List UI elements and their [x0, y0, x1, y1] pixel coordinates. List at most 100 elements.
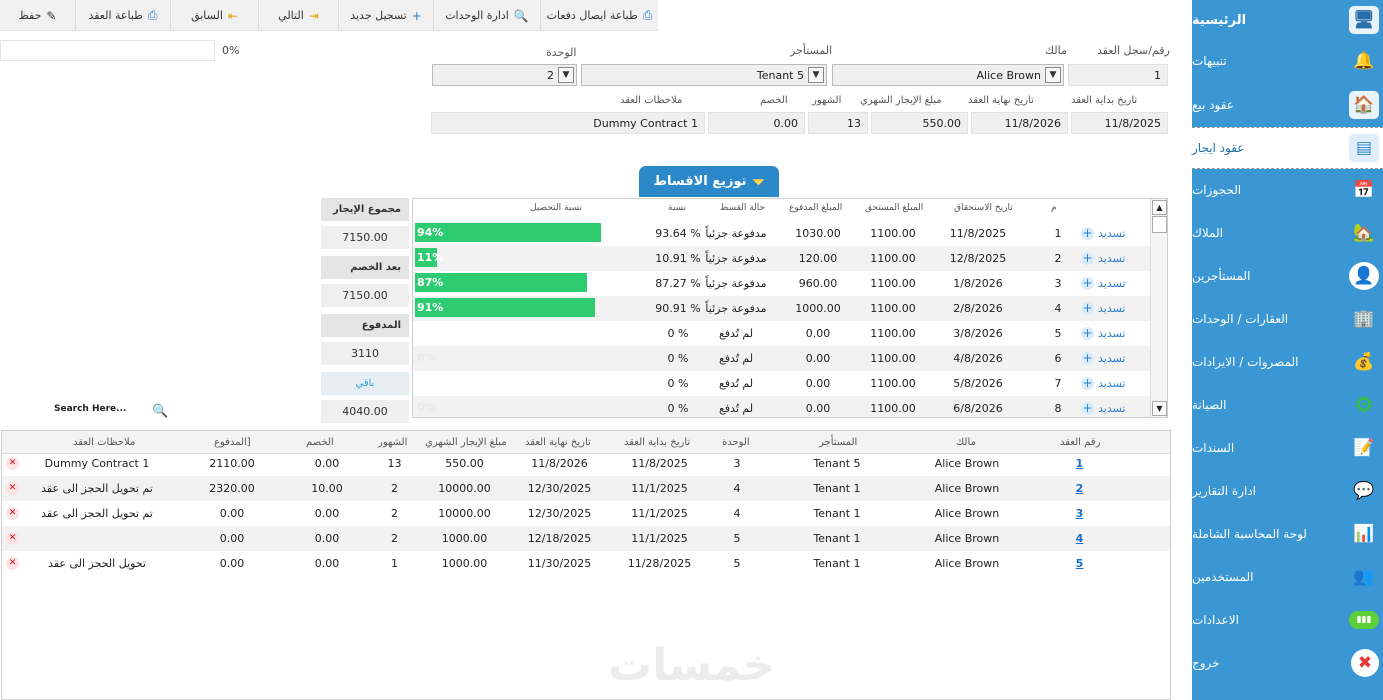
paid-label: المدفوع: [321, 314, 409, 337]
installment-ratio: 10.91 %: [655, 252, 701, 265]
installment-row: 5 3/8/2026 1100.00 0.00 لم تُدفع 0 % + تسديد: [413, 321, 1151, 346]
installment-idx: 1: [1054, 227, 1062, 240]
installment-status: لم تُدفع: [718, 377, 754, 390]
scroll-down-icon[interactable]: ▼: [1152, 401, 1167, 416]
pay-installment-button[interactable]: + تسديد: [1081, 321, 1125, 346]
scroll-up-icon[interactable]: ▲: [1152, 200, 1167, 215]
contract-months: 2: [391, 482, 398, 495]
pay-installment-button[interactable]: + تسديد: [1081, 271, 1125, 296]
delete-icon[interactable]: ✕: [6, 532, 19, 545]
installment-due-date: 1/8/2026: [953, 277, 1003, 290]
contract-contract-no[interactable]: 2: [1042, 476, 1117, 501]
scroll-thumb[interactable]: [1152, 216, 1167, 233]
contract-contract-no[interactable]: 1: [1042, 451, 1117, 476]
col-header-owner: مالك: [956, 437, 976, 448]
installment-paid: 0.00: [805, 327, 831, 340]
tenant-select[interactable]: Tenant 5 ▼: [581, 64, 827, 86]
sidebar-item-reports[interactable]: ادارة التقارير 💬: [1192, 471, 1383, 511]
sidebar-item-vouchers[interactable]: السندات 📝: [1192, 428, 1383, 468]
months-field[interactable]: 13: [808, 112, 868, 134]
contract-discount: 10.00: [311, 482, 343, 495]
sidebar-item-alerts[interactable]: تنبيهات 🔔: [1192, 41, 1383, 81]
exit-icon: ✖: [1351, 649, 1379, 677]
installment-paid: 0.00: [805, 352, 831, 365]
rent-field[interactable]: 550.00: [871, 112, 968, 134]
collection-progress-bar: [415, 373, 417, 392]
col-header-collection: نسبة التحصيل: [530, 203, 583, 213]
pay-installment-button[interactable]: + تسديد: [1081, 371, 1125, 396]
delete-icon[interactable]: ✕: [6, 507, 19, 520]
contracts-table: رقم العقد مالك المستأجر الوحدة تاريخ بدا…: [1, 430, 1171, 700]
sidebar-item-label: الحجوزات: [1192, 183, 1242, 197]
pay-installment-button[interactable]: + تسديد: [1081, 221, 1125, 246]
sidebar-item-expenses[interactable]: المصروات / الايرادات 💰: [1192, 342, 1383, 382]
print-receipts-button[interactable]: طباعة ايصال دفعات ⎙: [540, 0, 658, 31]
table-row[interactable]: ✕ 5 Alice Brown Tenant 1 5 11/28/2025 11/30/20…: [2, 551, 1170, 576]
pay-installment-button[interactable]: + تسديد: [1081, 346, 1125, 371]
installment-due-date: 11/8/2025: [949, 227, 1007, 240]
tenant-icon: 👤: [1349, 262, 1379, 290]
previous-button[interactable]: السابق ⇤: [170, 0, 258, 31]
contract-contract-no[interactable]: 3: [1042, 501, 1117, 526]
contract-owner: Alice Brown: [934, 557, 1000, 570]
save-button[interactable]: حفظ ✎: [0, 0, 75, 31]
sidebar-item-properties[interactable]: العقارات / الوحدات 🏢: [1192, 299, 1383, 339]
installment-ratio: 0 %: [667, 402, 689, 415]
pay-installment-button[interactable]: + تسديد: [1081, 396, 1125, 417]
delete-icon[interactable]: ✕: [6, 557, 19, 570]
vertical-scrollbar[interactable]: ▲ ▼: [1150, 199, 1167, 417]
discount-field[interactable]: 0.00: [708, 112, 805, 134]
delete-icon[interactable]: ✕: [6, 482, 19, 495]
sidebar-item-users[interactable]: المستخدمين 👥: [1192, 557, 1383, 597]
print-contract-button[interactable]: طباعة العقد ⎙: [75, 0, 170, 31]
units-admin-button[interactable]: ادارة الوحدات 🔍: [433, 0, 540, 31]
table-row[interactable]: ✕ 4 Alice Brown Tenant 1 5 11/1/2025 12/18/202…: [2, 526, 1170, 551]
sidebar-item-sale-contracts[interactable]: عقود بيع 🏠: [1192, 85, 1383, 125]
installments-tab[interactable]: توزيع الاقساط ⏷: [639, 166, 779, 197]
remaining-label: باقي: [321, 372, 409, 395]
new-record-button[interactable]: تسجيل جديد +: [338, 0, 433, 31]
sidebar-item-settings[interactable]: الاعدادات ▮▮▮: [1192, 600, 1383, 640]
table-row[interactable]: ✕ 2 Alice Brown Tenant 1 4 11/1/2025 12/30/202…: [2, 476, 1170, 501]
sidebar-item-bookings[interactable]: الحجوزات 📅: [1192, 170, 1383, 210]
contract-notes: Dummy Contract 1: [44, 457, 150, 470]
owner-select[interactable]: Alice Brown ▼: [832, 64, 1064, 86]
table-row[interactable]: ✕ 1 Alice Brown Tenant 5 3 11/8/2025 11/8/2026…: [2, 451, 1170, 476]
sidebar-item-rent-contracts[interactable]: عقود ايجار ▤: [1192, 127, 1383, 169]
sidebar-item-owners[interactable]: الملاك 🏡: [1192, 213, 1383, 253]
sidebar-item-tenants[interactable]: المستأجرين 👤: [1192, 256, 1383, 296]
after-discount-label: بعد الخصم: [321, 256, 409, 279]
next-label: التالي: [278, 9, 304, 22]
search-input[interactable]: Search Here...: [54, 404, 126, 414]
sidebar-item-label: الملاك: [1192, 226, 1223, 240]
table-row[interactable]: ✕ 3 Alice Brown Tenant 1 4 11/1/2025 12/30/202…: [2, 501, 1170, 526]
document-icon: 📝: [1353, 438, 1375, 458]
sidebar-item-exit[interactable]: خروج ✖: [1192, 643, 1383, 683]
pay-installment-button[interactable]: + تسديد: [1081, 296, 1125, 321]
total-rent-label: مجموع الإيجار: [321, 198, 409, 221]
search-icon[interactable]: 🔍: [152, 404, 168, 419]
total-rent-value: 7150.00: [321, 226, 409, 249]
contract-paid: 2320.00: [209, 482, 255, 495]
contract-end-date: 12/30/2025: [527, 482, 592, 495]
contract-contract-no[interactable]: 5: [1042, 551, 1117, 576]
sidebar-item-label: الرئيسية: [1192, 12, 1247, 28]
col-header-end: تاريخ نهاية العقد: [525, 437, 591, 448]
sidebar-item-maintenance[interactable]: الصيانة ⚙: [1192, 385, 1383, 425]
next-button[interactable]: التالي ⇥: [258, 0, 338, 31]
sidebar-item-home[interactable]: الرئيسية 🖥: [1192, 0, 1383, 40]
pay-installment-button[interactable]: + تسديد: [1081, 246, 1125, 271]
contract-contract-no[interactable]: 4: [1042, 526, 1117, 551]
contract-no-field[interactable]: 1: [1068, 64, 1168, 86]
end-date-field[interactable]: 11/8/2026: [971, 112, 1068, 134]
unit-select[interactable]: 2 ▼: [432, 64, 577, 86]
notes-label: ملاحظات العقد: [620, 95, 683, 106]
delete-icon[interactable]: ✕: [6, 457, 19, 470]
start-date-field[interactable]: 11/8/2025: [1071, 112, 1168, 134]
sidebar-item-accounting[interactable]: لوحة المحاسبة الشاملة 📊: [1192, 514, 1383, 554]
sidebar-item-label: العقارات / الوحدات: [1192, 312, 1289, 326]
installment-ratio: 87.27 %: [655, 277, 701, 290]
search-icon: 🔍: [513, 8, 529, 23]
notes-field[interactable]: Dummy Contract 1: [431, 112, 705, 134]
remaining-value: 4040.00: [321, 400, 409, 423]
